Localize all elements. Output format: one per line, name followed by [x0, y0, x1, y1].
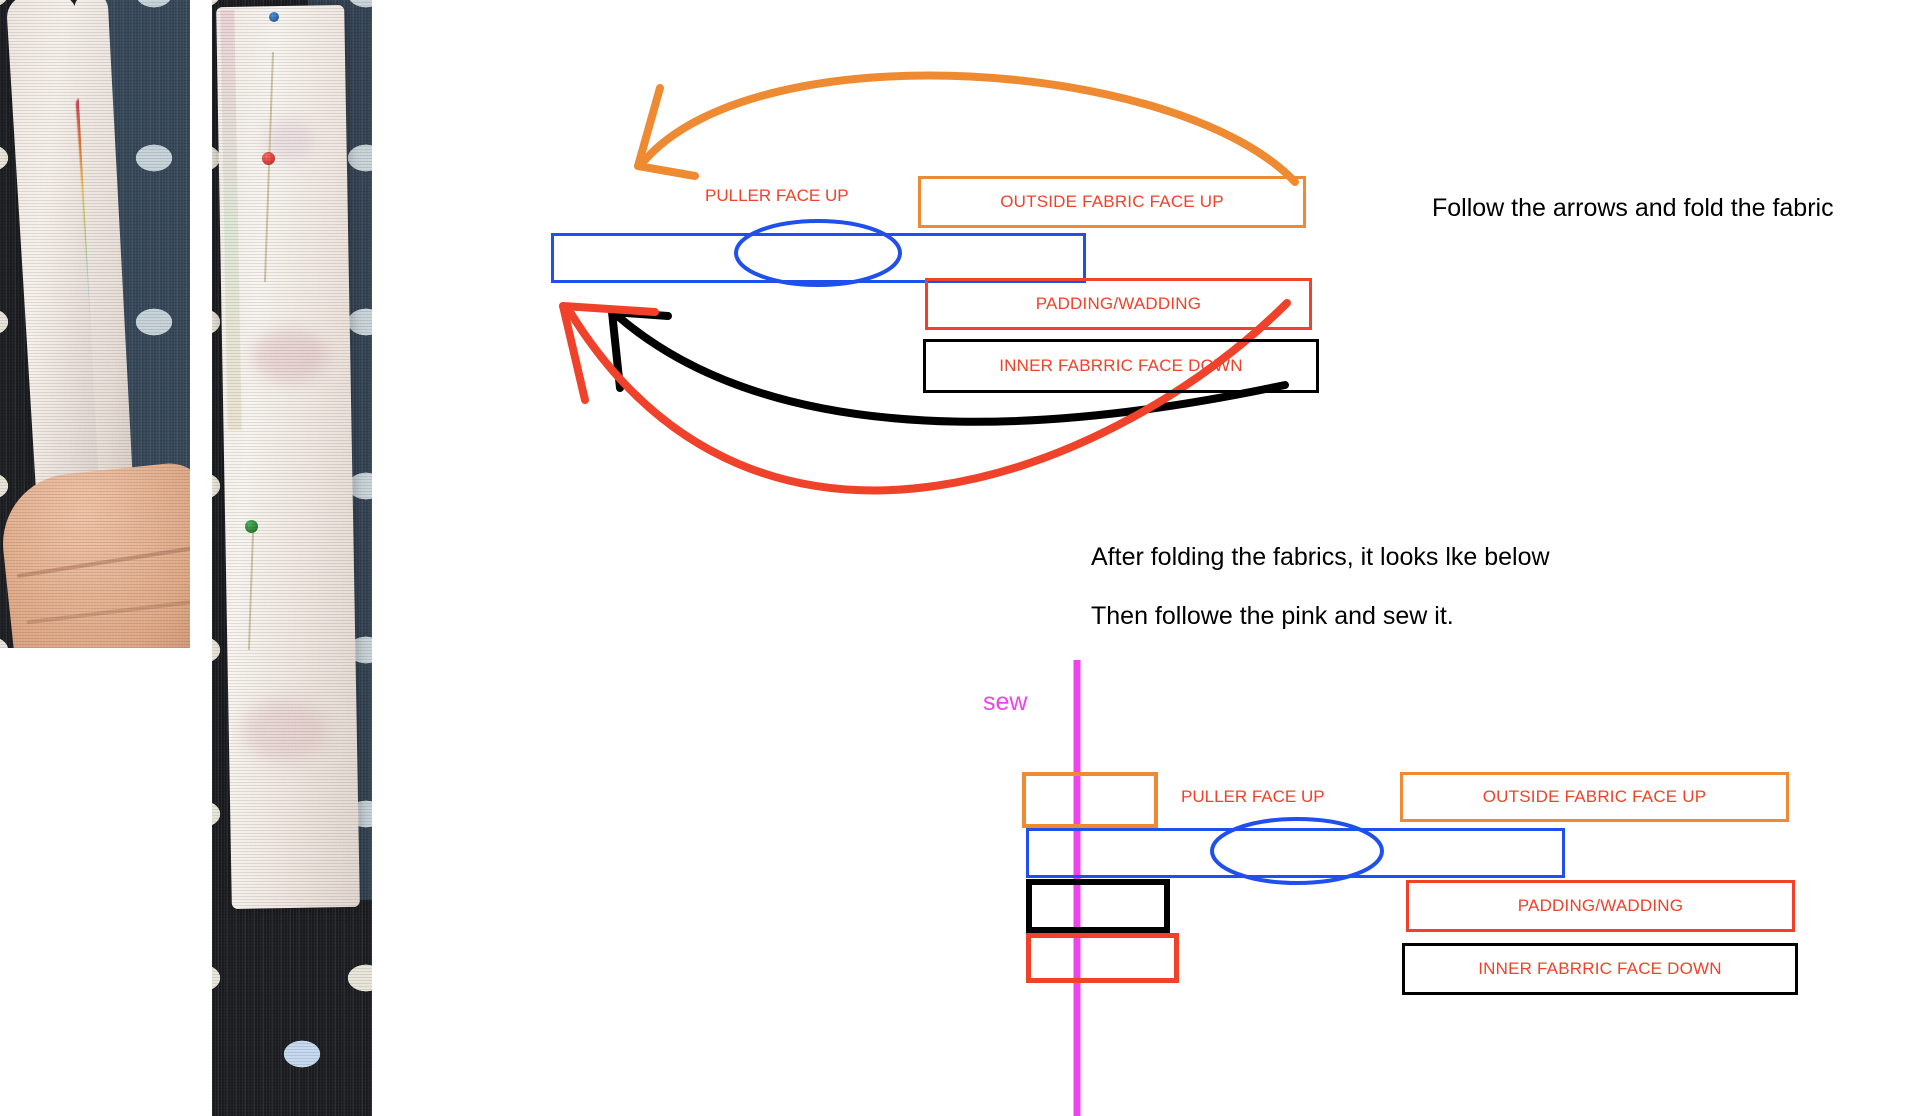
- bottom-padding-folded-box: [1026, 933, 1179, 983]
- top-padding-box: PADDING/WADDING: [925, 278, 1312, 330]
- bottom-padding-box: PADDING/WADDING: [1406, 880, 1795, 932]
- instruction-step-1: Follow the arrows and fold the fabric: [1432, 194, 1834, 222]
- bottom-outside-fabric-label: OUTSIDE FABRIC FACE UP: [1482, 787, 1707, 806]
- top-outside-fabric-label: OUTSIDE FABRIC FACE UP: [1000, 192, 1224, 211]
- instruction-step-3: Then followe the pink and sew it.: [1091, 602, 1454, 630]
- photo-rolled-fabric-in-hand: [0, 0, 190, 648]
- top-outside-fabric-box: OUTSIDE FABRIC FACE UP: [918, 176, 1306, 228]
- fabric-stain-2: [242, 700, 328, 760]
- pin-green-head: [245, 520, 258, 533]
- pin-blue-head: [269, 12, 279, 22]
- bottom-puller-strip: [1026, 828, 1565, 878]
- bottom-inner-folded-box: [1026, 879, 1170, 933]
- bottom-outside-folded-box: [1022, 772, 1158, 828]
- bottom-inner-fabric-box: INNER FABRRIC FACE DOWN: [1402, 943, 1798, 995]
- bottom-puller-label: PULLER FACE UP: [1181, 787, 1325, 806]
- orange-fold-arrow: [634, 71, 1299, 186]
- bottom-padding-label: PADDING/WADDING: [1517, 896, 1684, 915]
- top-puller-label: PULLER FACE UP: [705, 186, 849, 205]
- bottom-inner-fabric-label: INNER FABRRIC FACE DOWN: [1478, 959, 1722, 978]
- bottom-outside-fabric-box: OUTSIDE FABRIC FACE UP: [1400, 772, 1789, 822]
- sew-label: sew: [983, 688, 1028, 716]
- photo-pinned-wadding-strip: [212, 0, 372, 1116]
- top-inner-fabric-box: INNER FABRRIC FACE DOWN: [923, 339, 1319, 393]
- red-fold-arrow: [559, 299, 1291, 495]
- fabric-stain-1: [252, 330, 328, 382]
- pin-red-head: [262, 152, 275, 165]
- tutorial-canvas: PULLER FACE UP OUTSIDE FABRIC FACE UP PA…: [0, 0, 1926, 1116]
- instruction-step-2: After folding the fabrics, it looks lke …: [1091, 543, 1550, 571]
- top-inner-fabric-label: INNER FABRRIC FACE DOWN: [999, 356, 1243, 375]
- top-padding-label: PADDING/WADDING: [1035, 294, 1202, 313]
- top-puller-strip: [551, 233, 1086, 283]
